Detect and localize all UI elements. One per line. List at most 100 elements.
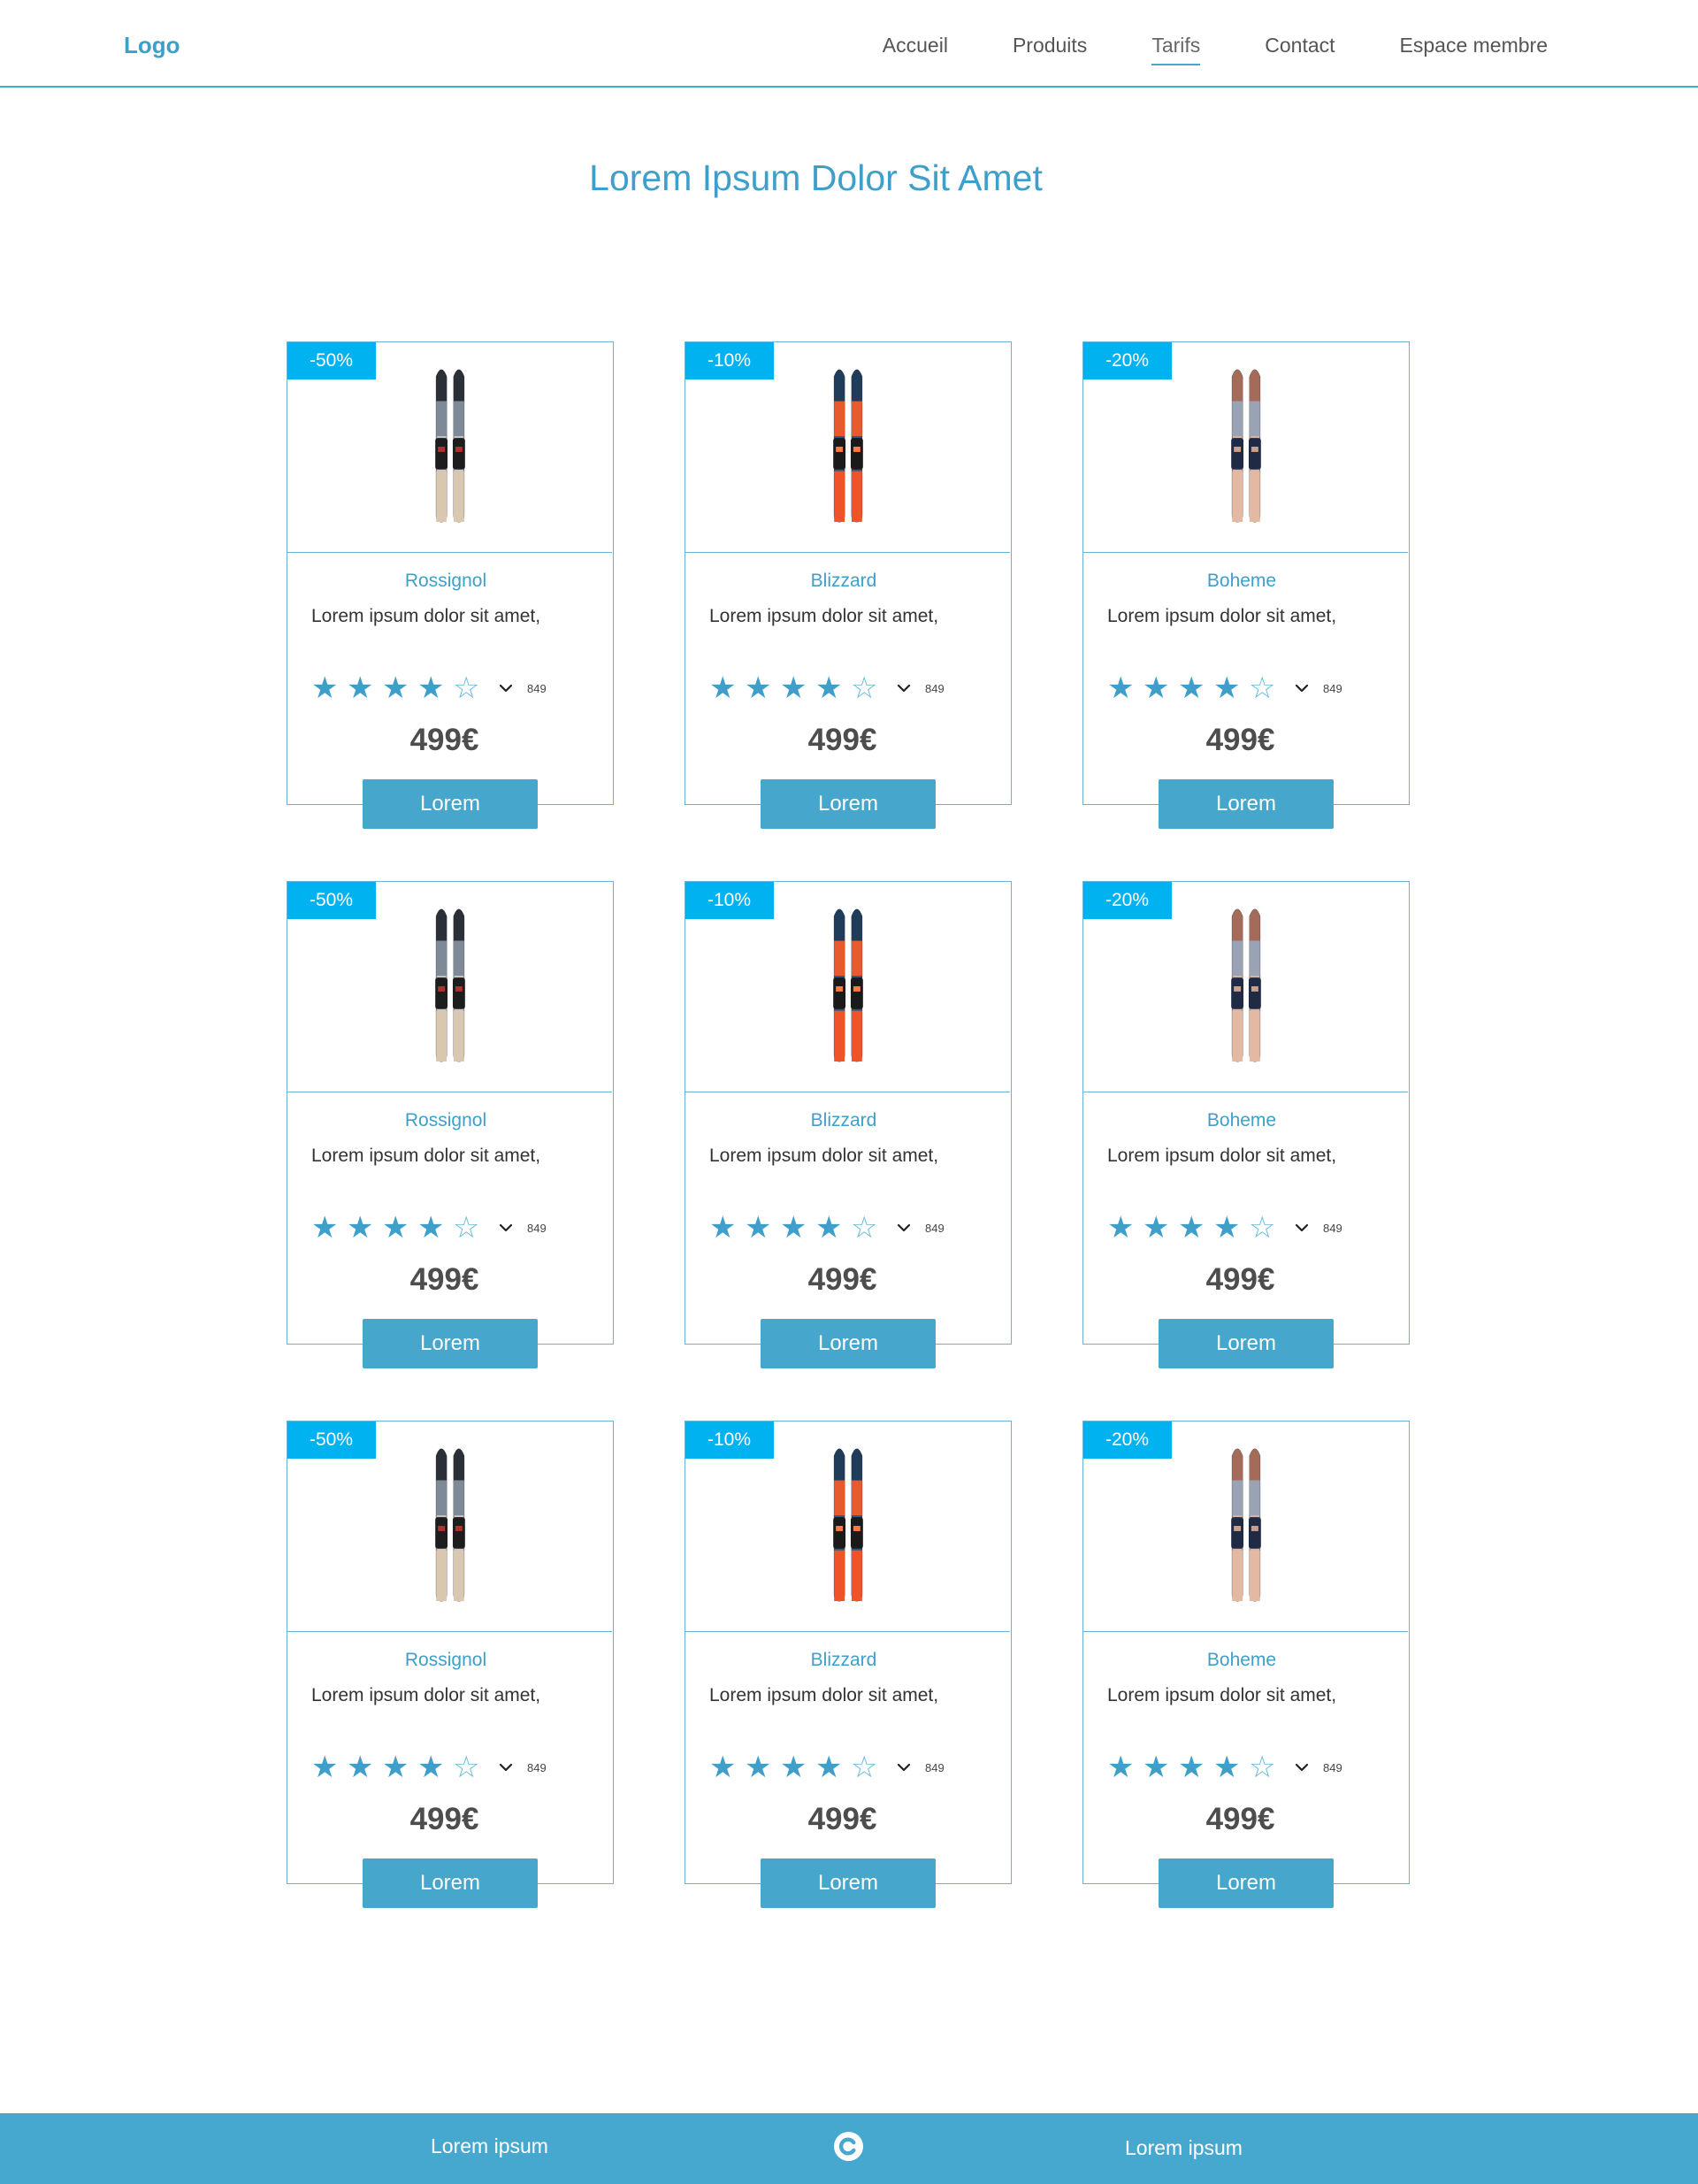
product-card[interactable]: -50% Rossignol Lorem ipsum dolor sit ame… xyxy=(287,1421,614,1908)
star-filled-icon[interactable]: ★ xyxy=(1107,1213,1143,1243)
footer-left-link[interactable]: Lorem ipsum xyxy=(431,2134,548,2158)
star-filled-icon[interactable]: ★ xyxy=(311,673,347,703)
product-card[interactable]: -50% Rossignol Lorem ipsum dolor sit ame… xyxy=(287,881,614,1368)
product-brand[interactable]: Rossignol xyxy=(287,1110,604,1131)
chevron-down-icon[interactable] xyxy=(497,1219,515,1237)
chevron-down-icon[interactable] xyxy=(1293,679,1311,697)
product-card[interactable]: -10% Blizzard Lorem ipsum dolor sit amet… xyxy=(685,1421,1012,1908)
star-filled-icon[interactable]: ★ xyxy=(1213,1213,1249,1243)
star-empty-icon[interactable]: ☆ xyxy=(453,1213,488,1243)
star-filled-icon[interactable]: ★ xyxy=(815,1213,851,1243)
star-filled-icon[interactable]: ★ xyxy=(417,1213,453,1243)
star-filled-icon[interactable]: ★ xyxy=(780,1213,815,1243)
nav-produits[interactable]: Produits xyxy=(1013,32,1087,65)
logo-link[interactable]: Logo xyxy=(124,32,180,59)
star-empty-icon[interactable]: ☆ xyxy=(1249,1752,1284,1782)
star-filled-icon[interactable]: ★ xyxy=(1143,673,1178,703)
star-empty-icon[interactable]: ☆ xyxy=(851,673,886,703)
product-card[interactable]: -10% Blizzard Lorem ipsum dolor sit amet… xyxy=(685,341,1012,829)
nav-espace-membre[interactable]: Espace membre xyxy=(1400,32,1548,65)
star-empty-icon[interactable]: ☆ xyxy=(1249,1213,1284,1243)
add-to-cart-button[interactable]: Lorem xyxy=(1159,1858,1334,1908)
star-filled-icon[interactable]: ★ xyxy=(1213,1752,1249,1782)
star-filled-icon[interactable]: ★ xyxy=(1213,673,1249,703)
discount-badge: -50% xyxy=(287,342,376,379)
add-to-cart-button[interactable]: Lorem xyxy=(363,1319,538,1368)
product-card[interactable]: -50% Rossignol Lorem ipsum dolor sit ame… xyxy=(287,341,614,829)
review-count: 849 xyxy=(1323,681,1342,695)
star-filled-icon[interactable]: ★ xyxy=(417,1752,453,1782)
chevron-down-icon[interactable] xyxy=(895,1759,913,1776)
add-to-cart-button[interactable]: Lorem xyxy=(363,1858,538,1908)
footer-right-link[interactable]: Lorem ipsum xyxy=(1125,2136,1243,2160)
star-filled-icon[interactable]: ★ xyxy=(417,673,453,703)
star-empty-icon[interactable]: ☆ xyxy=(453,673,488,703)
star-filled-icon[interactable]: ★ xyxy=(780,1752,815,1782)
ski-image xyxy=(830,904,866,1069)
star-filled-icon[interactable]: ★ xyxy=(745,673,780,703)
star-filled-icon[interactable]: ★ xyxy=(347,1752,382,1782)
product-card[interactable]: -10% Blizzard Lorem ipsum dolor sit amet… xyxy=(685,881,1012,1368)
star-filled-icon[interactable]: ★ xyxy=(382,673,417,703)
product-brand[interactable]: Boheme xyxy=(1083,571,1400,592)
chevron-down-icon[interactable] xyxy=(895,679,913,697)
star-filled-icon[interactable]: ★ xyxy=(745,1213,780,1243)
product-price: 499€ xyxy=(409,1802,479,1836)
product-brand[interactable]: Rossignol xyxy=(287,1650,604,1671)
add-to-cart-button[interactable]: Lorem xyxy=(761,1858,936,1908)
chevron-down-icon[interactable] xyxy=(895,1219,913,1237)
star-empty-icon[interactable]: ☆ xyxy=(851,1213,886,1243)
star-empty-icon[interactable]: ☆ xyxy=(851,1752,886,1782)
product-grid: -50% Rossignol Lorem ipsum dolor sit ame… xyxy=(287,341,1411,1916)
star-empty-icon[interactable]: ☆ xyxy=(453,1752,488,1782)
nav-contact[interactable]: Contact xyxy=(1265,32,1335,65)
product-brand[interactable]: Rossignol xyxy=(287,571,604,592)
product-brand[interactable]: Blizzard xyxy=(685,1650,1002,1671)
star-filled-icon[interactable]: ★ xyxy=(780,673,815,703)
star-filled-icon[interactable]: ★ xyxy=(709,673,745,703)
star-empty-icon[interactable]: ☆ xyxy=(1249,673,1284,703)
star-filled-icon[interactable]: ★ xyxy=(815,673,851,703)
product-brand[interactable]: Blizzard xyxy=(685,571,1002,592)
product-brand[interactable]: Blizzard xyxy=(685,1110,1002,1131)
star-filled-icon[interactable]: ★ xyxy=(347,673,382,703)
star-filled-icon[interactable]: ★ xyxy=(1178,673,1213,703)
star-filled-icon[interactable]: ★ xyxy=(1107,673,1143,703)
add-to-cart-button[interactable]: Lorem xyxy=(363,779,538,829)
star-filled-icon[interactable]: ★ xyxy=(709,1213,745,1243)
product-description: Lorem ipsum dolor sit amet, xyxy=(311,606,541,626)
review-count: 849 xyxy=(1323,1760,1342,1774)
star-filled-icon[interactable]: ★ xyxy=(347,1213,382,1243)
star-filled-icon[interactable]: ★ xyxy=(382,1213,417,1243)
star-filled-icon[interactable]: ★ xyxy=(1178,1752,1213,1782)
star-filled-icon[interactable]: ★ xyxy=(1107,1752,1143,1782)
star-filled-icon[interactable]: ★ xyxy=(1178,1213,1213,1243)
nav-tarifs[interactable]: Tarifs xyxy=(1151,32,1201,65)
chevron-down-icon[interactable] xyxy=(1293,1219,1311,1237)
chevron-down-icon[interactable] xyxy=(1293,1759,1311,1776)
add-to-cart-button[interactable]: Lorem xyxy=(1159,779,1334,829)
product-price: 499€ xyxy=(409,1262,479,1297)
product-brand[interactable]: Boheme xyxy=(1083,1110,1400,1131)
product-card[interactable]: -20% Boheme Lorem ipsum dolor sit amet, … xyxy=(1082,881,1410,1368)
star-filled-icon[interactable]: ★ xyxy=(745,1752,780,1782)
add-to-cart-button[interactable]: Lorem xyxy=(761,1319,936,1368)
chevron-down-icon[interactable] xyxy=(497,679,515,697)
star-filled-icon[interactable]: ★ xyxy=(382,1752,417,1782)
nav-accueil[interactable]: Accueil xyxy=(883,32,948,65)
product-card[interactable]: -20% Boheme Lorem ipsum dolor sit amet, … xyxy=(1082,1421,1410,1908)
star-filled-icon[interactable]: ★ xyxy=(815,1752,851,1782)
chevron-down-icon[interactable] xyxy=(497,1759,515,1776)
product-card[interactable]: -20% Boheme Lorem ipsum dolor sit amet, … xyxy=(1082,341,1410,829)
add-to-cart-button[interactable]: Lorem xyxy=(1159,1319,1334,1368)
star-filled-icon[interactable]: ★ xyxy=(1143,1752,1178,1782)
add-to-cart-button[interactable]: Lorem xyxy=(761,779,936,829)
star-filled-icon[interactable]: ★ xyxy=(709,1752,745,1782)
star-filled-icon[interactable]: ★ xyxy=(1143,1213,1178,1243)
star-filled-icon[interactable]: ★ xyxy=(311,1752,347,1782)
discount-badge: -50% xyxy=(287,882,376,919)
site-header: Logo Accueil Produits Tarifs Contact Esp… xyxy=(0,0,1698,88)
product-brand[interactable]: Boheme xyxy=(1083,1650,1400,1671)
page-title: Lorem Ipsum Dolor Sit Amet xyxy=(589,157,1043,198)
star-filled-icon[interactable]: ★ xyxy=(311,1213,347,1243)
